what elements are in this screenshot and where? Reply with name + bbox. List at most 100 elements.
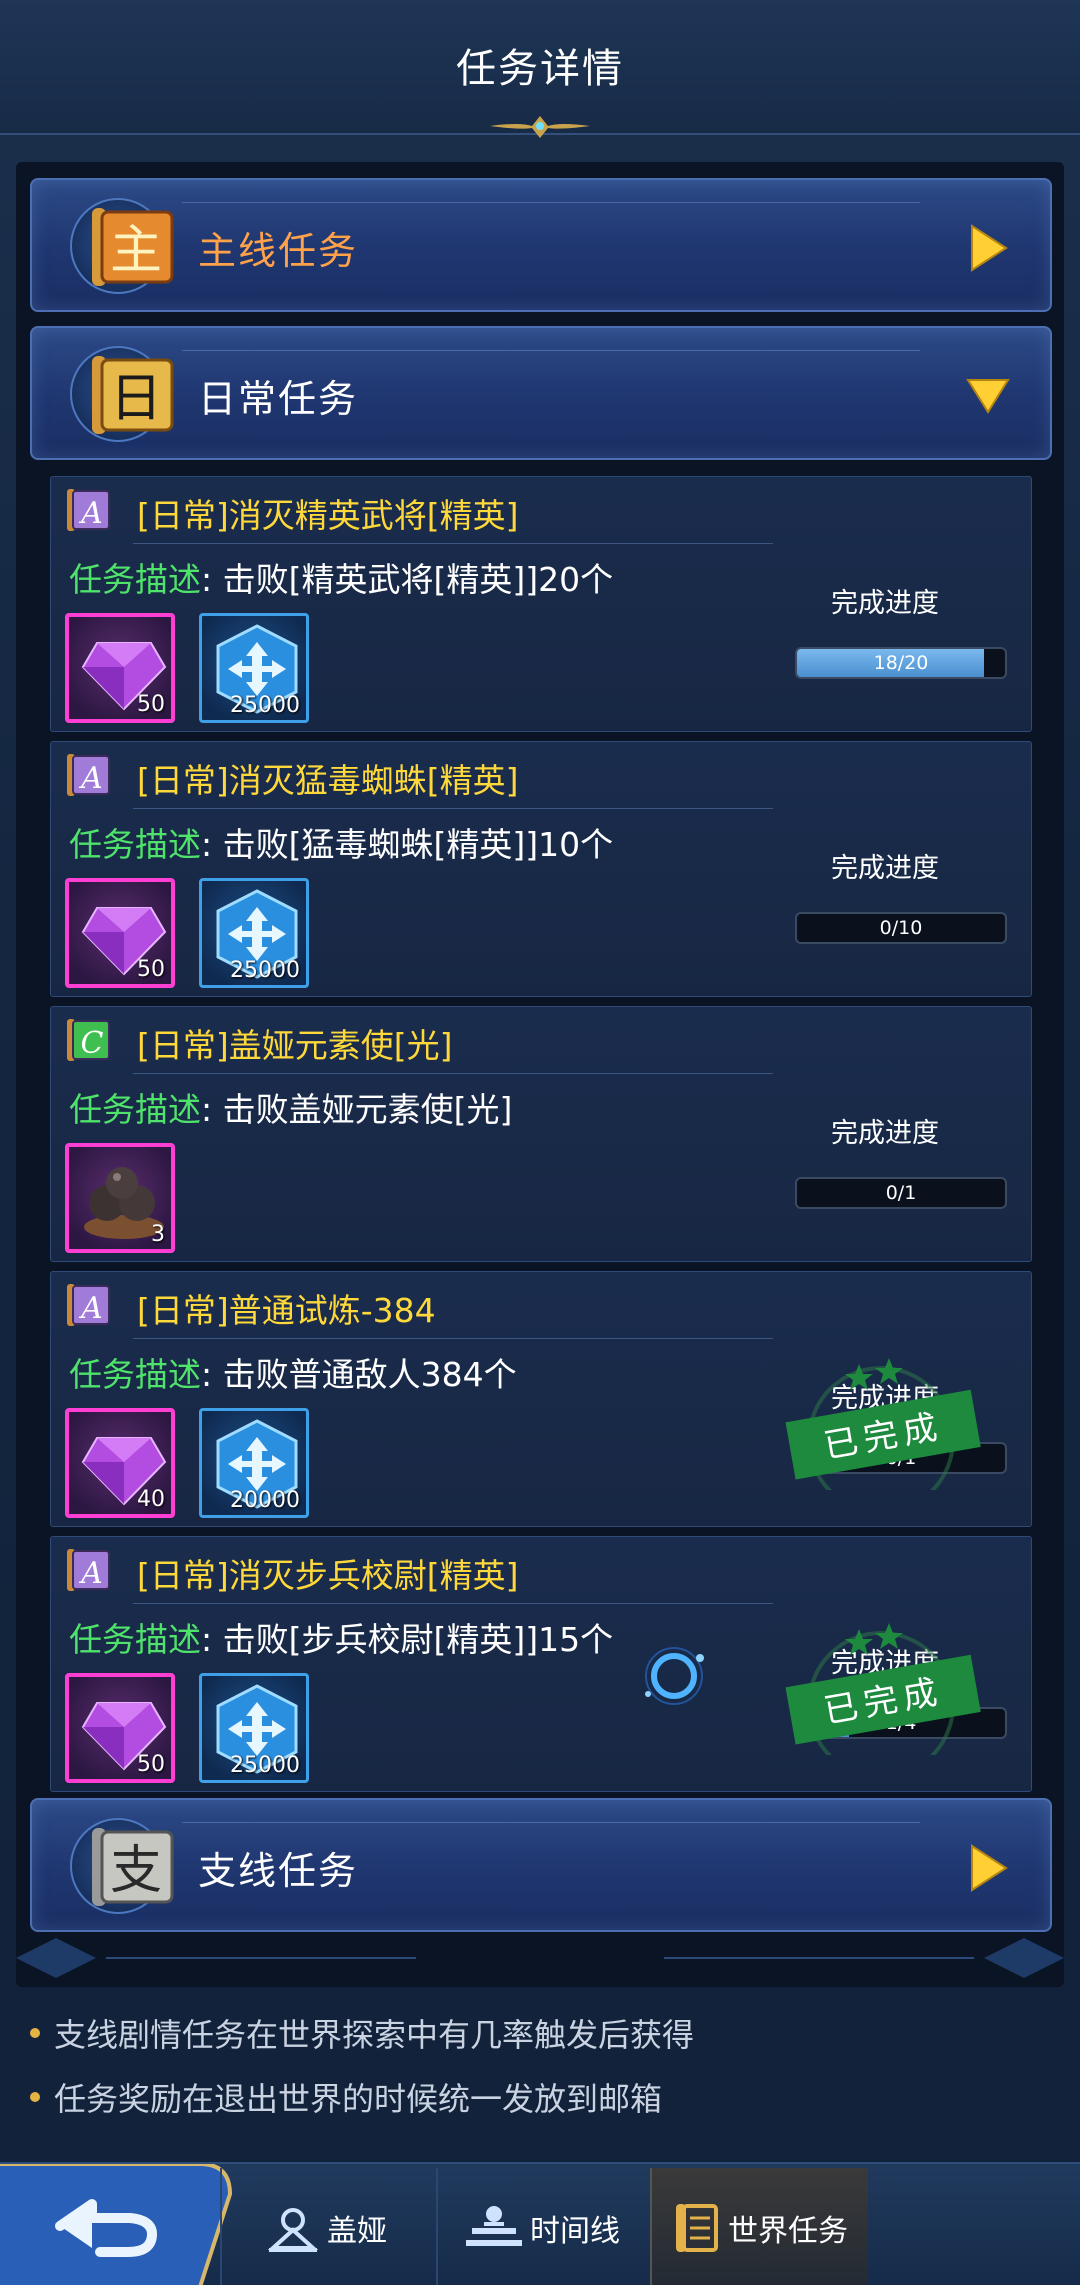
svg-text:A: A bbox=[78, 761, 103, 796]
reward-quantity: 50 bbox=[137, 957, 165, 982]
note-text: 支线剧情任务在世界探索中有几率触发后获得 bbox=[54, 2016, 695, 2054]
reward-slot[interactable]: 50 bbox=[65, 1673, 175, 1783]
reward-slot[interactable]: 3 bbox=[65, 1143, 175, 1253]
progress-text: 0/1 bbox=[885, 1182, 917, 1204]
divider bbox=[133, 1073, 773, 1074]
progress-bar: 18/20 bbox=[795, 647, 1007, 679]
category-badge-char: 主 bbox=[110, 221, 162, 281]
header: 任务详情 bbox=[0, 0, 1080, 138]
grade-a-scroll-icon: A bbox=[67, 1284, 110, 1326]
note-text: 任务奖励在退出世界的时候统一发放到邮箱 bbox=[54, 2080, 663, 2118]
chevron-right-icon[interactable] bbox=[966, 224, 1010, 272]
task-card[interactable]: A [日常]消灭步兵校尉[精英] 任务描述: 击败[步兵校尉[精英]]15个 50 25… bbox=[50, 1536, 1032, 1792]
task-description-label: 任务描述 bbox=[69, 1090, 201, 1129]
task-title: [日常]消灭步兵校尉[精英] bbox=[137, 1556, 519, 1595]
nav-tab-timeline[interactable]: 时间线 bbox=[436, 2168, 646, 2285]
timeline-icon bbox=[466, 2205, 522, 2246]
scroll-icon bbox=[676, 2203, 718, 2252]
reward-slot[interactable]: 25000 bbox=[199, 878, 309, 988]
completed-stamp: 已完成 bbox=[785, 1358, 981, 1490]
category-daily-quests[interactable]: 日 日常任务 bbox=[30, 326, 1052, 460]
task-description-text: 击败普通敌人384个 bbox=[222, 1355, 517, 1394]
reward-slot[interactable]: 20000 bbox=[199, 1408, 309, 1518]
bottom-nav: 盖娅 时间线 世界任务 bbox=[0, 2162, 1080, 2285]
task-card[interactable]: A [日常]普通试炼-384 任务描述: 击败普通敌人384个 40 20000 完成进度… bbox=[50, 1271, 1032, 1527]
reward-slot[interactable]: 50 bbox=[65, 878, 175, 988]
task-description-colon: : bbox=[201, 825, 223, 864]
task-description: 任务描述: 击败盖娅元素使[光] bbox=[69, 1083, 512, 1131]
reward-quantity: 3 bbox=[151, 1222, 165, 1247]
task-card[interactable]: A [日常]消灭猛毒蜘蛛[精英] 任务描述: 击败[猛毒蜘蛛[精英]]10个 50 25… bbox=[50, 741, 1032, 997]
header-ornament-icon bbox=[490, 116, 590, 138]
progress-bar: 0/1 bbox=[795, 1177, 1007, 1209]
grade-a-scroll-icon: A bbox=[67, 489, 110, 531]
divider bbox=[182, 1822, 920, 1823]
sparkle-effect-icon bbox=[645, 1647, 704, 1705]
task-description-text: 击败[精英武将[精英]]20个 bbox=[222, 560, 614, 599]
grade-a-scroll-icon: A bbox=[67, 1549, 110, 1591]
progress-text: 0/10 bbox=[879, 917, 923, 939]
category-side-quests[interactable]: 支 支线任务 bbox=[30, 1798, 1052, 1932]
reward-quantity: 25000 bbox=[230, 958, 300, 983]
back-button[interactable] bbox=[0, 2164, 240, 2285]
svg-text:A: A bbox=[78, 496, 103, 531]
task-description-label: 任务描述 bbox=[69, 825, 201, 864]
daily-scroll-badge-icon: 日 bbox=[92, 356, 174, 434]
task-description: 任务描述: 击败[猛毒蜘蛛[精英]]10个 bbox=[69, 818, 613, 866]
task-description-label: 任务描述 bbox=[69, 1620, 201, 1659]
gaia-icon bbox=[267, 2207, 319, 2252]
nav-tab-label: 盖娅 bbox=[327, 2213, 387, 2249]
nav-tab-label: 时间线 bbox=[530, 2213, 620, 2249]
progress-label: 完成进度 bbox=[831, 588, 939, 619]
reward-slot[interactable]: 40 bbox=[65, 1408, 175, 1518]
note-item: 支线剧情任务在世界探索中有几率触发后获得 bbox=[30, 2010, 1050, 2056]
task-description-colon: : bbox=[201, 560, 223, 599]
task-card[interactable]: C [日常]盖娅元素使[光] 任务描述: 击败盖娅元素使[光] 3 完成进度 0/1 bbox=[50, 1006, 1032, 1262]
reward-slot[interactable]: 25000 bbox=[199, 1673, 309, 1783]
page-title: 任务详情 bbox=[456, 46, 624, 92]
task-description-colon: : bbox=[201, 1620, 223, 1659]
task-description: 任务描述: 击败普通敌人384个 bbox=[69, 1348, 517, 1396]
app-root: 任务详情 主 主线任务 日 日常任务 A [日常]消灭精英武将[精英] 任务描述… bbox=[0, 0, 1080, 2285]
reward-quantity: 50 bbox=[137, 1752, 165, 1777]
chevron-right-icon[interactable] bbox=[966, 1844, 1010, 1892]
category-badge-char: 支 bbox=[110, 1841, 162, 1901]
reward-quantity: 50 bbox=[137, 692, 165, 717]
svg-text:A: A bbox=[78, 1291, 103, 1326]
completed-stamp: 已完成 bbox=[785, 1623, 981, 1755]
grade-c-scroll-icon: C bbox=[67, 1019, 110, 1061]
nav-tab-label: 世界任务 bbox=[728, 2213, 848, 2249]
divider bbox=[133, 1338, 773, 1339]
progress-label: 完成进度 bbox=[831, 1118, 939, 1149]
reward-slot[interactable]: 25000 bbox=[199, 613, 309, 723]
reward-quantity: 25000 bbox=[230, 693, 300, 718]
divider bbox=[133, 543, 773, 544]
task-description-text: 击败盖娅元素使[光] bbox=[222, 1090, 513, 1129]
reward-slot[interactable]: 50 bbox=[65, 613, 175, 723]
task-title: [日常]消灭猛毒蜘蛛[精英] bbox=[137, 761, 519, 800]
task-description-colon: : bbox=[201, 1355, 223, 1394]
task-description-colon: : bbox=[201, 1090, 223, 1129]
progress-bar: 0/10 bbox=[795, 912, 1007, 944]
task-description: 任务描述: 击败[精英武将[精英]]20个 bbox=[69, 553, 613, 601]
panel-bottom-ornament bbox=[16, 1938, 1064, 1978]
task-description: 任务描述: 击败[步兵校尉[精英]]15个 bbox=[69, 1613, 613, 1661]
chevron-down-icon[interactable] bbox=[966, 372, 1010, 420]
category-main-quests[interactable]: 主 主线任务 bbox=[30, 178, 1052, 312]
category-label: 支线任务 bbox=[198, 1849, 359, 1893]
svg-text:A: A bbox=[78, 1556, 103, 1591]
task-card[interactable]: A [日常]消灭精英武将[精英] 任务描述: 击败[精英武将[精英]]20个 50 25… bbox=[50, 476, 1032, 732]
note-item: 任务奖励在退出世界的时候统一发放到邮箱 bbox=[30, 2074, 1050, 2120]
task-description-text: 击败[步兵校尉[精英]]15个 bbox=[222, 1620, 614, 1659]
nav-tab-gaia[interactable]: 盖娅 bbox=[220, 2168, 430, 2285]
task-description-label: 任务描述 bbox=[69, 560, 201, 599]
task-title: [日常]普通试炼-384 bbox=[137, 1291, 436, 1330]
reward-quantity: 25000 bbox=[230, 1753, 300, 1778]
divider bbox=[133, 1603, 773, 1604]
svg-text:C: C bbox=[81, 1026, 104, 1061]
bullet-icon bbox=[30, 2092, 40, 2102]
task-description-text: 击败[猛毒蜘蛛[精英]]10个 bbox=[222, 825, 614, 864]
nav-tab-world-tasks[interactable]: 世界任务 bbox=[650, 2168, 868, 2285]
divider bbox=[182, 202, 920, 203]
category-label: 日常任务 bbox=[198, 377, 359, 421]
